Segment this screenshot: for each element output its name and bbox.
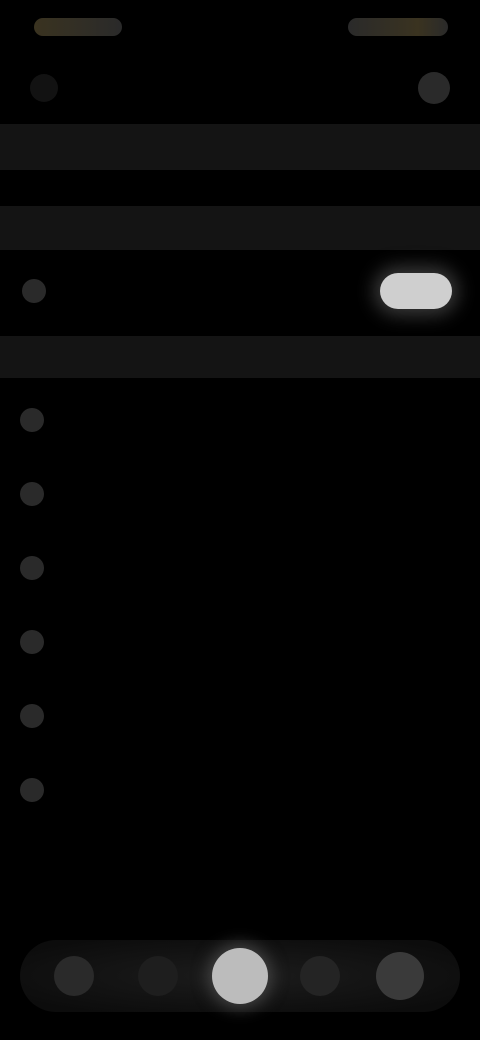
list-item-icon	[20, 482, 44, 506]
list-item-3[interactable]	[0, 540, 480, 596]
toggle-row[interactable]	[0, 262, 480, 320]
status-bar	[0, 0, 480, 56]
back-arrow-icon[interactable]	[30, 74, 58, 102]
list-item-6[interactable]	[0, 762, 480, 818]
list-item-4[interactable]	[0, 614, 480, 670]
nav-item-5-icon[interactable]	[376, 952, 424, 1000]
list-item-icon	[20, 556, 44, 580]
setting-icon	[22, 279, 46, 303]
section-header-3	[0, 336, 480, 378]
status-icons	[348, 18, 448, 36]
nav-item-1-icon[interactable]	[54, 956, 94, 996]
list-item-icon	[20, 704, 44, 728]
more-options-icon[interactable]	[418, 72, 450, 104]
list-item-2[interactable]	[0, 466, 480, 522]
list-item-icon	[20, 778, 44, 802]
nav-home-icon[interactable]	[212, 948, 268, 1004]
list-item-5[interactable]	[0, 688, 480, 744]
nav-item-4-icon[interactable]	[300, 956, 340, 996]
section-header-1	[0, 124, 480, 170]
bottom-navigation-bar	[20, 940, 460, 1012]
section-header-2	[0, 206, 480, 250]
list-item-icon	[20, 630, 44, 654]
list-item-icon	[20, 408, 44, 432]
list-item-1[interactable]	[0, 392, 480, 448]
status-time	[34, 18, 122, 36]
app-bar	[0, 56, 480, 120]
toggle-switch[interactable]	[380, 273, 452, 309]
nav-item-2-icon[interactable]	[138, 956, 178, 996]
